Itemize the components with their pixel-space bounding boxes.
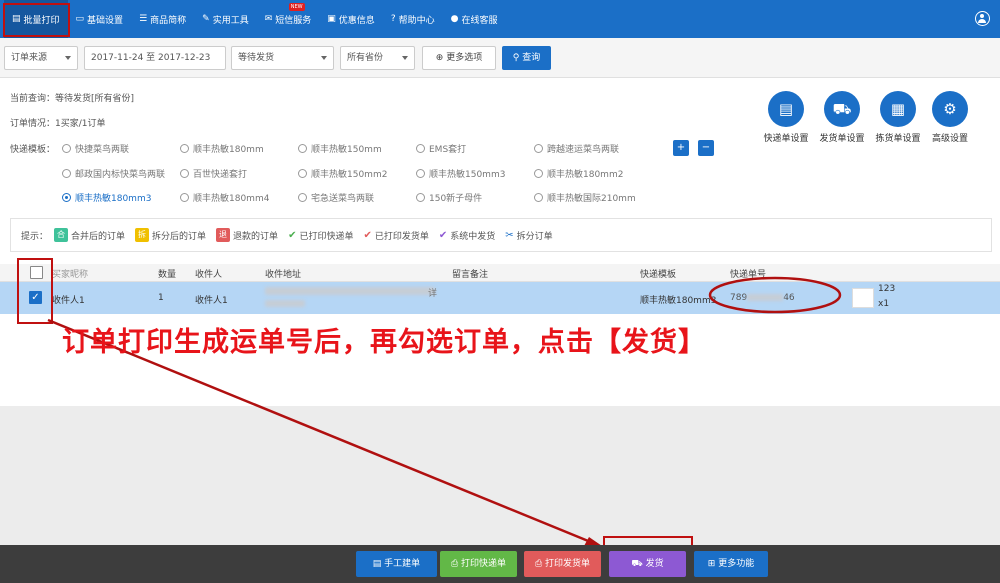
template-label: 快递模板： — [10, 145, 56, 155]
check-icon: ✔ — [363, 229, 372, 241]
print-icon: ⎙ — [450, 559, 462, 569]
tag-icon: ▣ — [327, 14, 336, 24]
manual-order-button[interactable]: ▤ 手工建单 — [356, 551, 437, 577]
print-icon: ⎙ — [534, 559, 546, 569]
shipping-bill-settings[interactable]: ⛟ 发货单设置 — [812, 91, 872, 144]
print-shipping-button[interactable]: ⎙ 打印发货单 — [524, 551, 601, 577]
top-navigation: ▤ 批量打印 ▭ 基础设置 ☰ 商品简称 ✎ 实用工具 ✉ 短信服务 NEW ▣ 优惠信息 … — [0, 0, 1000, 38]
truck-icon: ⛟ — [631, 559, 646, 569]
bottom-action-bar: ▤ 手工建单 ⎙ 打印快递单 ⎙ 打印发货单 ⛟ 发货 ⊞ 更多功能 — [0, 545, 1000, 583]
mail-icon: ✉ — [264, 14, 273, 24]
advanced-settings[interactable]: ⚙ 高级设置 — [920, 91, 980, 144]
ship-button[interactable]: ⛟ 发货 — [609, 551, 686, 577]
template-radio[interactable]: 邮政国内标快菜鸟两联 — [62, 167, 165, 180]
tracking-number: 789 46 — [730, 293, 795, 303]
current-query-text: 当前查询：等待发货[所有省份] — [10, 94, 135, 104]
check-icon: ✔ — [438, 229, 448, 241]
add-template-button[interactable]: + — [673, 140, 689, 156]
order-source-select[interactable]: 订单来源 — [4, 46, 78, 70]
query-button[interactable]: ⚲ 查询 — [502, 46, 551, 70]
tip-merged: 合合并后的订单 — [54, 228, 125, 242]
chevron-down-icon — [65, 56, 71, 60]
order-status-text: 订单情况：1买家/1订单 — [10, 119, 106, 129]
more-options-button[interactable]: ⊕ 更多选项 — [422, 46, 496, 70]
template-radio[interactable]: 快捷菜鸟两联 — [62, 142, 129, 155]
tip-split: 拆拆分后的订单 — [135, 228, 206, 242]
tip-express-printed: ✔ 已打印快递单 — [288, 229, 354, 242]
tip-shipping-printed: ✔ 已打印发货单 — [363, 229, 429, 242]
template-radio[interactable]: 顺丰热敏150mm — [298, 142, 382, 155]
merge-badge: 合 — [54, 228, 69, 242]
highlight-checkbox — [17, 258, 53, 324]
chevron-down-icon — [402, 56, 408, 60]
check-icon: ✔ — [288, 229, 297, 241]
date-range-input[interactable]: 2017-11-24 至 2017-12-23 — [84, 46, 226, 70]
search-icon: ⚲ — [512, 53, 523, 63]
express-bill-settings[interactable]: ▤ 快递单设置 — [756, 91, 816, 144]
nav-promotions[interactable]: ▣ 优惠信息 — [319, 0, 383, 38]
picking-list-settings[interactable]: ▦ 拣货单设置 — [868, 91, 928, 144]
gear-icon: ⚙ — [932, 91, 968, 127]
more-functions-button[interactable]: ⊞ 更多功能 — [694, 551, 768, 577]
new-badge: NEW — [288, 3, 305, 11]
cart-icon: ⛟ — [824, 91, 860, 127]
plus-circle-icon: ⊕ — [435, 53, 447, 63]
remove-template-button[interactable]: − — [698, 140, 714, 156]
basket-icon: ▦ — [880, 91, 916, 127]
template-radio[interactable]: 150新子母件 — [416, 191, 482, 204]
nav-online-service[interactable]: ● 在线客服 — [443, 0, 506, 38]
user-icon[interactable] — [975, 11, 990, 26]
filter-bar: 订单来源 2017-11-24 至 2017-12-23 等待发货 所有省份 ⊕… — [0, 38, 1000, 78]
template-radio[interactable]: 顺丰热敏180mm — [180, 142, 264, 155]
province-select[interactable]: 所有省份 — [340, 46, 415, 70]
nav-product-short-name[interactable]: ☰ 商品简称 — [131, 0, 194, 38]
wrench-icon: ✎ — [202, 14, 210, 24]
help-icon: ? — [390, 14, 396, 24]
instruction-annotation: 订单打印生成运单号后，再勾选订单，点击【发货】 — [62, 327, 706, 358]
template-radio[interactable]: EMS套打 — [416, 142, 466, 155]
nav-tools[interactable]: ✎ 实用工具 — [194, 0, 257, 38]
order-status-select[interactable]: 等待发货 — [231, 46, 334, 70]
template-radio[interactable]: 百世快递套打 — [180, 167, 247, 180]
template-radio[interactable]: 宅急送菜鸟两联 — [298, 191, 374, 204]
template-radio[interactable]: 跨越速运菜鸟两联 — [534, 142, 619, 155]
table-row[interactable]: ✓ 收件人1 1 收件人1 详 顺丰热敏180mm3 789 46 123 x1 — [0, 282, 1000, 314]
split-badge: 拆 — [135, 228, 150, 242]
address-redacted — [265, 287, 435, 295]
print-express-button[interactable]: ⎙ 打印快递单 — [440, 551, 517, 577]
template-radio[interactable]: 顺丰热敏150mm3 — [416, 167, 505, 180]
tip-split-order: ✂ 拆分订单 — [505, 229, 553, 242]
plus-square-icon: ⊞ — [707, 559, 719, 569]
list-icon: ☰ — [139, 14, 148, 24]
template-radio[interactable]: 顺丰热敏国际210mm — [534, 191, 636, 204]
refund-badge: 退 — [216, 228, 231, 242]
plus-icon: + — [676, 142, 686, 153]
address-redacted — [265, 300, 305, 307]
tip-system-shipped: ✔ 系统中发货 — [438, 229, 496, 242]
nav-sms[interactable]: ✉ 短信服务 NEW — [257, 0, 320, 38]
document-icon: ▤ — [372, 559, 385, 569]
template-radio[interactable]: 顺丰热敏150mm2 — [298, 167, 387, 180]
monitor-icon: ▭ — [75, 14, 85, 24]
highlight-batch-print — [3, 3, 70, 37]
product-thumbnail — [852, 288, 874, 308]
nav-basic-settings[interactable]: ▭ 基础设置 — [68, 0, 132, 38]
template-radio[interactable]: 顺丰热敏180mm2 — [534, 167, 623, 180]
orders-table-header: 买家昵称 数量 收件人 收件地址 留言备注 快递模板 快递单号 — [0, 264, 1000, 282]
template-radio[interactable]: 顺丰热敏180mm4 — [180, 191, 269, 204]
minus-icon: − — [701, 142, 711, 153]
chat-icon: ● — [450, 14, 459, 24]
chevron-down-icon — [321, 56, 327, 60]
tips-legend: 提示： 合合并后的订单 拆拆分后的订单 退退款的订单 ✔ 已打印快递单 ✔ 已打印发… — [10, 218, 992, 252]
tip-refund: 退退款的订单 — [216, 228, 278, 242]
template-radio-selected[interactable]: 顺丰热敏180mm3 — [62, 191, 151, 204]
id-card-icon: ▤ — [768, 91, 804, 127]
nav-help[interactable]: ? 帮助中心 — [383, 0, 443, 38]
scissors-icon: ✂ — [505, 229, 514, 241]
